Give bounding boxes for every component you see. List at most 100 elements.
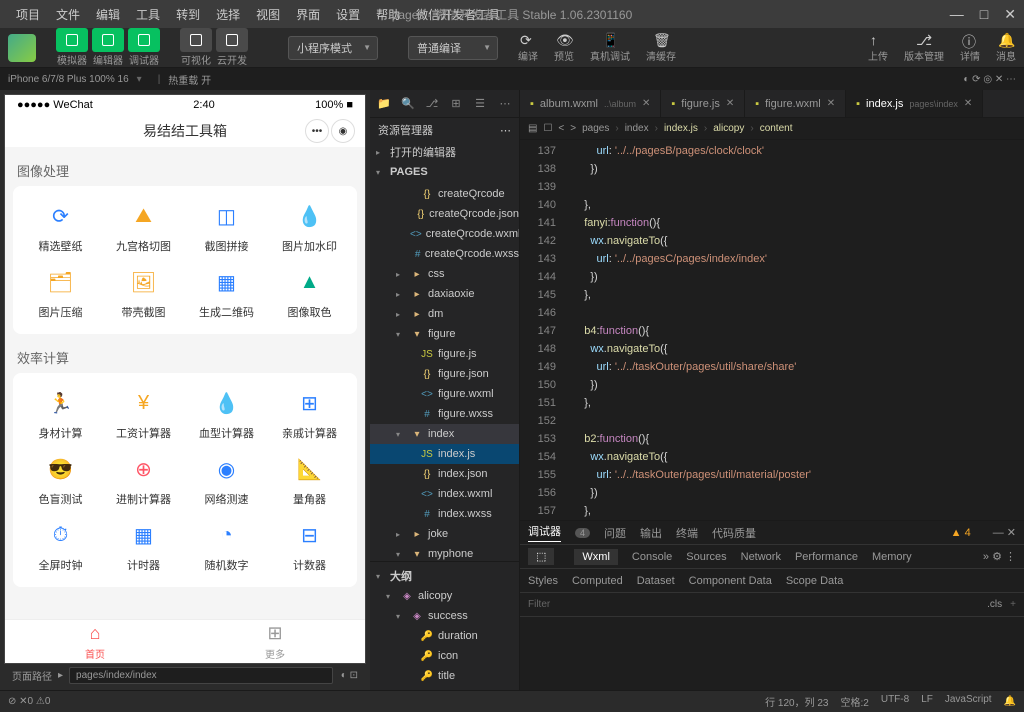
status-item[interactable]: 空格:2 <box>841 694 869 709</box>
tool-item[interactable]: ⊞亲戚计算器 <box>270 387 349 441</box>
bookmark-icon[interactable]: ▤ <box>528 123 537 134</box>
tree-item[interactable]: ▸▸joke <box>370 524 519 544</box>
search-icon[interactable]: 🔍 <box>400 96 416 112</box>
minimize-icon[interactable]: — <box>950 6 964 23</box>
tree-item[interactable]: #index.wxss <box>370 504 519 524</box>
warning-badge[interactable]: ▲ 4 <box>951 527 971 539</box>
debug-subtab2[interactable]: Computed <box>572 575 623 587</box>
tool-item[interactable]: 💧图片加水印 <box>270 200 349 254</box>
editor-toggle[interactable] <box>92 28 124 52</box>
compile-dropdown[interactable]: 普通编译 <box>408 36 498 60</box>
outline-item[interactable]: 🔑duration <box>370 626 519 646</box>
toolbar-action[interactable]: 🗑清缓存 <box>646 32 676 63</box>
tool-item[interactable]: 📐量角器 <box>270 453 349 507</box>
tree-item[interactable]: ▸▸dm <box>370 304 519 324</box>
editor-tab[interactable]: ▪figure.wxml✕ <box>745 90 846 117</box>
status-item[interactable]: LF <box>921 694 933 709</box>
tree-item[interactable]: {}index.json <box>370 464 519 484</box>
tree-item[interactable]: ▾▾index <box>370 424 519 444</box>
tree-item[interactable]: {}figure.json <box>370 364 519 384</box>
toolbar-action[interactable]: 👁预览 <box>554 32 574 63</box>
debug-subtab[interactable]: Performance <box>795 551 858 563</box>
outline-item[interactable]: 🔑icon <box>370 646 519 666</box>
debug-tab[interactable]: 问题 <box>604 525 626 541</box>
menu-item[interactable]: 编辑 <box>88 2 128 27</box>
toolbar-action[interactable]: 📱真机调试 <box>590 32 630 63</box>
debug-subtab[interactable]: Console <box>632 551 672 563</box>
close-tab-icon[interactable]: ✕ <box>642 98 650 109</box>
menu-item[interactable]: 转到 <box>168 2 208 27</box>
debug-subtab[interactable]: Wxml <box>574 549 618 565</box>
close-tab-icon[interactable]: ✕ <box>827 98 835 109</box>
status-item[interactable]: 行 120，列 23 <box>765 694 828 709</box>
tree-item[interactable]: ▾▾figure <box>370 324 519 344</box>
tool-item[interactable]: ◉网络测速 <box>187 453 266 507</box>
tool-item[interactable]: ⊕进制计算器 <box>104 453 183 507</box>
debug-tab[interactable]: 输出 <box>640 525 662 541</box>
toolbar-right-action[interactable]: ⓘ详情 <box>960 32 980 63</box>
tool-item[interactable]: ◔随机数字 <box>187 519 266 573</box>
tool-item[interactable]: ⟳精选壁纸 <box>21 200 100 254</box>
menu-item[interactable]: 文件 <box>48 2 88 27</box>
menu-icon[interactable]: ••• <box>305 119 329 143</box>
tool-item[interactable]: 🗂图片压缩 <box>21 266 100 320</box>
device-label[interactable]: iPhone 6/7/8 Plus 100% 16 <box>8 74 129 85</box>
tool-item[interactable]: 💧血型计算器 <box>187 387 266 441</box>
tool-item[interactable]: ⊟计数器 <box>270 519 349 573</box>
outline-item[interactable]: ▾◈success <box>370 606 519 626</box>
warning-icon[interactable]: ⊘ ✕0 ⚠0 <box>8 696 50 707</box>
editor-tab[interactable]: ▪figure.js✕ <box>661 90 745 117</box>
debug-subtab[interactable]: Memory <box>872 551 912 563</box>
debug-subtab[interactable]: Sources <box>686 551 726 563</box>
debug-subtab2[interactable]: Component Data <box>689 575 772 587</box>
menu-item[interactable]: 选择 <box>208 2 248 27</box>
breadcrumb-item[interactable]: alicopy <box>713 123 744 134</box>
bookmark-icon[interactable]: ☐ <box>543 123 552 134</box>
menu-item[interactable]: 设置 <box>328 2 368 27</box>
debug-tab[interactable]: 代码质量 <box>712 525 756 541</box>
tool-item[interactable]: ▲图像取色 <box>270 266 349 320</box>
tree-item[interactable]: ▸▸daxiaoxie <box>370 284 519 304</box>
open-editors-section[interactable]: ▸打开的编辑器 <box>370 142 519 162</box>
tree-item[interactable]: ▸▸css <box>370 264 519 284</box>
more-icon[interactable]: ⋯ <box>497 96 513 112</box>
tree-item[interactable]: <>createQrcode.wxml <box>370 224 519 244</box>
close-mp-icon[interactable]: ◉ <box>331 119 355 143</box>
editor-tab[interactable]: ▪index.jspages\index✕ <box>846 90 983 117</box>
toolbar-action[interactable]: ⟳编译 <box>518 32 538 63</box>
status-item[interactable]: UTF-8 <box>881 694 909 709</box>
tree-item[interactable]: JSfigure.js <box>370 344 519 364</box>
outline-header[interactable]: ▾大纲 <box>370 566 519 586</box>
close-tab-icon[interactable]: ✕ <box>726 98 734 109</box>
toolbar-right-action[interactable]: ↑上传 <box>868 32 888 63</box>
status-item[interactable]: JavaScript <box>945 694 992 709</box>
tree-item[interactable]: ▾▾myphone <box>370 544 519 561</box>
path-input[interactable]: pages/index/index <box>69 667 333 684</box>
outline-item[interactable]: 🔑title <box>370 666 519 686</box>
toolbar-right-action[interactable]: ⎇版本管理 <box>904 32 944 63</box>
debug-subtab2[interactable]: Scope Data <box>786 575 843 587</box>
files-icon[interactable]: 📁 <box>376 96 392 112</box>
toolbar-right-action[interactable]: 🔔消息 <box>996 32 1016 63</box>
inspect-icon[interactable]: ⬚ <box>528 548 554 565</box>
outline-item[interactable]: ▾◈alicopy <box>370 586 519 606</box>
menu-item[interactable]: 界面 <box>288 2 328 27</box>
tree-item[interactable]: JSindex.js <box>370 444 519 464</box>
filter-input[interactable]: Filter <box>528 599 550 610</box>
tool-item[interactable]: 🖼带壳截图 <box>104 266 183 320</box>
tool-item[interactable]: ¥工资计算器 <box>104 387 183 441</box>
breadcrumb-item[interactable]: content <box>760 123 793 134</box>
debug-subtab[interactable]: Network <box>741 551 781 563</box>
nav-back-icon[interactable]: < <box>558 123 564 134</box>
debug-subtab2[interactable]: Dataset <box>637 575 675 587</box>
tool-item[interactable]: ▦生成二维码 <box>187 266 266 320</box>
tree-item[interactable]: {}createQrcode.json <box>370 204 519 224</box>
tree-item[interactable]: #createQrcode.wxss <box>370 244 519 264</box>
tool-item[interactable]: ⛰九宫格切图 <box>104 200 183 254</box>
more-icon[interactable]: ☰ <box>472 96 488 112</box>
breadcrumb-item[interactable]: pages <box>582 123 609 134</box>
tree-item[interactable]: <>index.wxml <box>370 484 519 504</box>
tree-item[interactable]: #figure.wxss <box>370 404 519 424</box>
visual-toggle[interactable] <box>180 28 212 52</box>
debug-tab[interactable]: 调试器 <box>528 523 561 542</box>
